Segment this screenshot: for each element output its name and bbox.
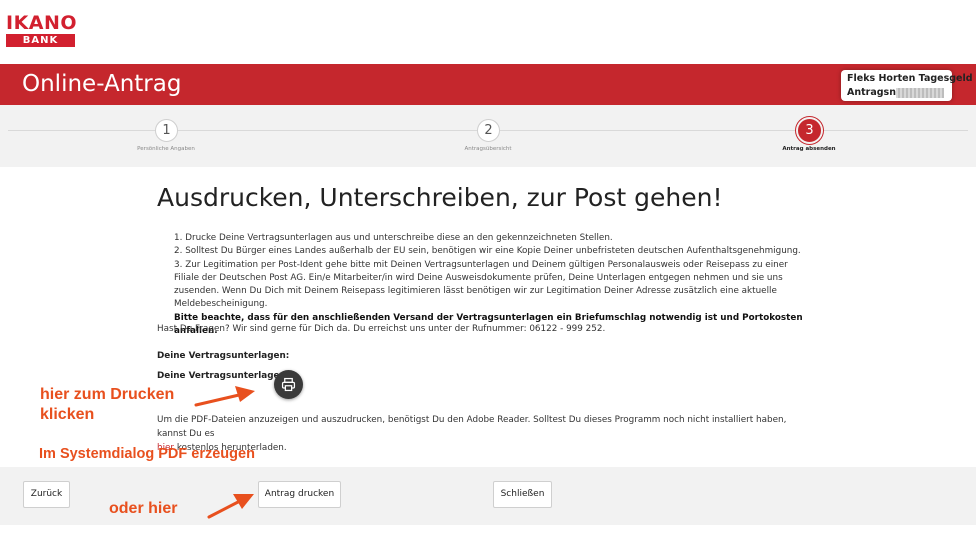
arrow-to-print-button [194, 386, 255, 407]
arrow-to-antrag-drucken [207, 494, 254, 519]
annotation-arrows [194, 386, 255, 519]
